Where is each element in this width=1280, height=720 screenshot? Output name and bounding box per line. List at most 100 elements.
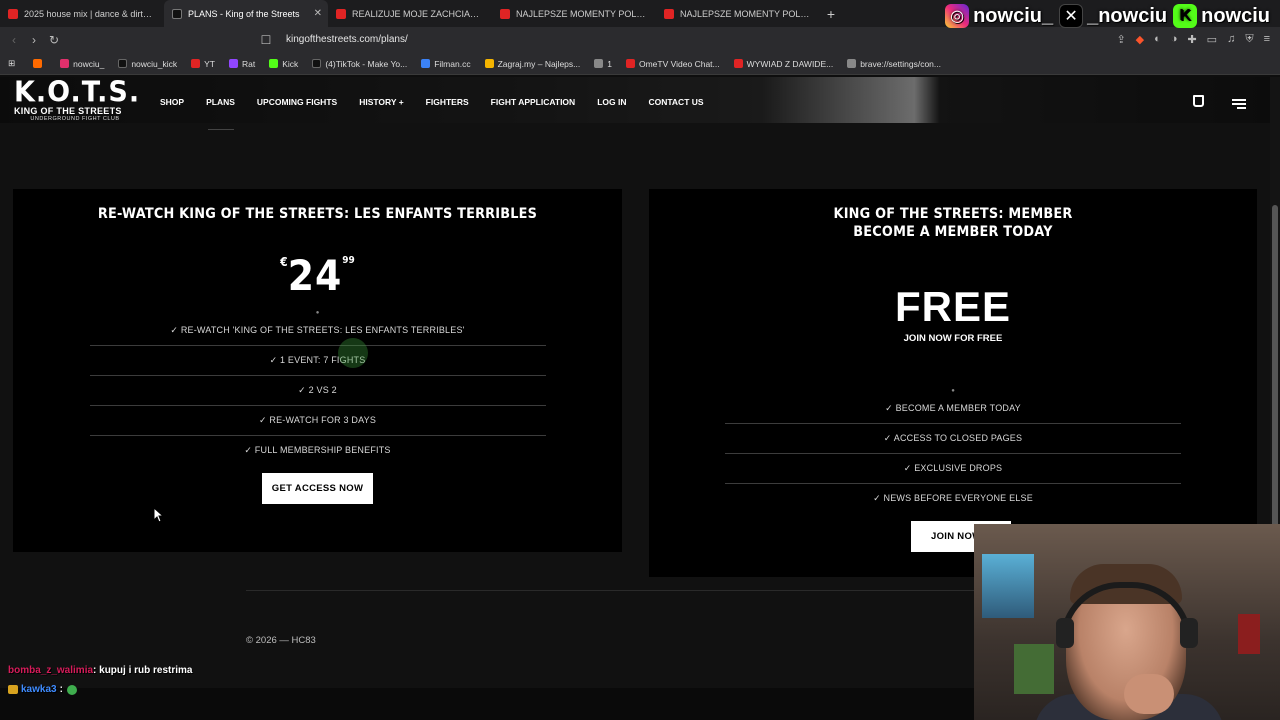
browser-tab[interactable]: 2025 house mix | dance & dirty g xyxy=(0,0,164,27)
bookmark-item[interactable]: Filman.cc xyxy=(421,59,471,69)
extensions-icon[interactable]: ✚ xyxy=(1187,33,1196,46)
plan-price: €2499 xyxy=(13,251,622,300)
extension-icons: ⇪ ◆ ◐ ◑ ✚ ▭ ♫ ⛨ ≡ xyxy=(1116,33,1270,46)
bookmark-item[interactable]: OmeTV Video Chat... xyxy=(625,58,720,69)
browser-tab[interactable]: NAJLEPSZE MOMENTY POLSKIEGO T xyxy=(656,0,820,27)
brave-shield-icon[interactable]: ◆ xyxy=(1136,33,1144,46)
wallet-icon[interactable]: ♫ xyxy=(1227,33,1235,46)
bookmark-label: Rat xyxy=(242,58,256,69)
site-logo[interactable]: K.O.T.S. KING OF THE STREETS UNDERGROUND… xyxy=(14,76,141,122)
kick-handle: K nowciu xyxy=(1173,4,1270,28)
globe-icon xyxy=(594,59,604,68)
nav-log-in[interactable]: LOG IN xyxy=(597,97,626,107)
forward-icon[interactable]: › xyxy=(24,33,44,47)
apps-icon[interactable]: ⊞ xyxy=(8,58,15,69)
bookmark-label: nowciu_ xyxy=(73,58,105,69)
headset-earcup xyxy=(1180,618,1198,648)
tiktok-icon xyxy=(312,59,322,68)
logo-text: K.O.T.S. xyxy=(14,76,141,109)
bookmark-item[interactable]: nowciu_kick xyxy=(118,59,177,69)
webcam-overlay xyxy=(974,524,1280,720)
bookmark-icon[interactable]: ☐ xyxy=(256,33,276,47)
feature-item: ✓ 1 EVENT: 7 FIGHTS xyxy=(89,346,546,376)
feature-item: ✓ 2 VS 2 xyxy=(89,376,546,406)
bookmark-label: 1 xyxy=(607,58,612,69)
site-header: K.O.T.S. KING OF THE STREETS UNDERGROUND… xyxy=(0,77,1270,123)
bookmark-item[interactable]: brave://settings/con... xyxy=(847,59,941,69)
share-icon[interactable]: ⇪ xyxy=(1116,33,1125,46)
browser-tab[interactable]: REALIZUJE MOJE ZACHCIANKI CIĄŻO xyxy=(328,0,492,27)
bookmark-item[interactable]: Zagraj.my – Najleps... xyxy=(484,59,580,69)
zagraj-icon xyxy=(484,59,494,68)
nav-upcoming-fights[interactable]: UPCOMING FIGHTS xyxy=(257,97,337,107)
kots-favicon-icon xyxy=(172,8,182,19)
feature-item: ✓ NEWS BEFORE EVERYONE ELSE xyxy=(873,493,1033,503)
sidebar-icon[interactable]: ▭ xyxy=(1207,33,1217,46)
youtube-icon xyxy=(733,59,743,68)
headset-earcup xyxy=(1056,618,1074,648)
tab-title: 2025 house mix | dance & dirty g xyxy=(24,8,154,19)
nav-contact-us[interactable]: CONTACT US xyxy=(648,97,703,107)
feature-item: ✓ FULL MEMBERSHIP BENEFITS xyxy=(244,445,391,455)
wall-poster xyxy=(1014,644,1054,694)
bookmark-item[interactable]: (4)TikTok - Make Yo... xyxy=(312,59,407,69)
get-access-button[interactable]: GET ACCESS NOW xyxy=(262,473,373,504)
new-tab-button[interactable]: + xyxy=(820,6,842,22)
tab-title: PLANS - King of the Streets xyxy=(188,8,300,19)
price-cents: 99 xyxy=(342,255,355,266)
plan-features: ✓ RE-WATCH 'KING OF THE STREETS: LES ENF… xyxy=(89,316,546,465)
feature-item: ✓ BECOME A MEMBER TODAY xyxy=(725,394,1181,424)
youtube-icon xyxy=(336,8,346,19)
chat-text: : xyxy=(59,684,63,695)
logo-tagline: UNDERGROUND FIGHT CLUB xyxy=(30,116,120,122)
bookmark-label: (4)TikTok - Make Yo... xyxy=(325,58,408,69)
youtube-icon xyxy=(500,8,510,19)
reload-icon[interactable]: ↻ xyxy=(44,33,64,47)
plan-title-line1: KING OF THE STREETS: MEMBER xyxy=(833,206,1073,222)
back-icon[interactable]: ‹ xyxy=(4,33,24,47)
hamburger-menu-icon[interactable] xyxy=(1232,99,1246,111)
chat-username: bomba_z_walimia xyxy=(8,665,94,676)
kick-name: nowciu xyxy=(1201,4,1270,27)
cart-icon[interactable] xyxy=(1193,95,1204,107)
nav-fight-application[interactable]: FIGHT APPLICATION xyxy=(491,97,576,107)
bookmark-item[interactable]: Kick xyxy=(269,59,298,69)
bookmark-item[interactable]: 1 xyxy=(594,59,612,69)
bookmark-item[interactable]: Rat xyxy=(229,59,255,69)
divider xyxy=(208,129,234,130)
kick-icon xyxy=(269,59,279,68)
bookmark-label: OmeTV Video Chat... xyxy=(638,58,720,69)
vpn-icon[interactable]: ◐ xyxy=(1154,33,1161,46)
nav-shop[interactable]: SHOP xyxy=(160,97,184,107)
translate-icon[interactable]: ◑ xyxy=(1171,33,1178,46)
address-bar: ‹ › ↻ ☐ kingofthestreets.com/plans/ ⇪ ◆ … xyxy=(0,27,1280,53)
bookmark-label: Kick xyxy=(282,58,299,69)
bookmark-item[interactable]: WYWIAD Z DAWIDE... xyxy=(733,59,833,69)
bookmark-item[interactable]: YT xyxy=(191,59,215,69)
nav-fighters[interactable]: FIGHTERS xyxy=(426,97,469,107)
filman-icon xyxy=(421,59,431,68)
browser-tab[interactable]: NAJLEPSZE MOMENTY POLSKIEGO T xyxy=(492,0,656,27)
tab-title: REALIZUJE MOJE ZACHCIANKI CIĄŻO xyxy=(352,8,482,19)
bookmark-label: YT xyxy=(204,58,216,69)
bookmark-item[interactable] xyxy=(33,59,46,68)
feature-item: ✓ RE-WATCH 'KING OF THE STREETS: LES ENF… xyxy=(89,316,546,346)
url-field[interactable]: kingofthestreets.com/plans/ xyxy=(286,34,408,45)
wall-poster xyxy=(982,554,1034,618)
streamer-hand xyxy=(1124,674,1174,714)
feature-item: ✓ RE-WATCH FOR 3 DAYS xyxy=(89,406,546,436)
plan-price-subtitle: JOIN NOW FOR FREE xyxy=(903,333,1003,344)
feature-item: ✓ ACCESS TO CLOSED PAGES xyxy=(725,424,1181,454)
shield-icon[interactable]: ⛨ xyxy=(1245,33,1253,46)
x-name: _nowciu xyxy=(1087,4,1168,27)
bookmark-item[interactable]: nowciu_ xyxy=(60,59,104,69)
bookmarks-bar: ⊞ nowciu_ nowciu_kick YT Rat Kick (4)Tik… xyxy=(0,53,1280,75)
feature-item: ✓ EXCLUSIVE DROPS xyxy=(725,454,1181,484)
close-tab-icon[interactable]: ✕ xyxy=(314,8,322,19)
stream-chat: bomba_z_walimia : kupuj i rub restrima k… xyxy=(8,661,193,699)
menu-icon[interactable]: ≡ xyxy=(1264,33,1270,46)
chat-message: bomba_z_walimia : kupuj i rub restrima xyxy=(8,661,193,680)
nav-plans[interactable]: PLANS xyxy=(206,97,235,107)
nav-history[interactable]: HISTORY + xyxy=(359,97,403,107)
browser-tab-active[interactable]: PLANS - King of the Streets ✕ xyxy=(164,0,328,27)
